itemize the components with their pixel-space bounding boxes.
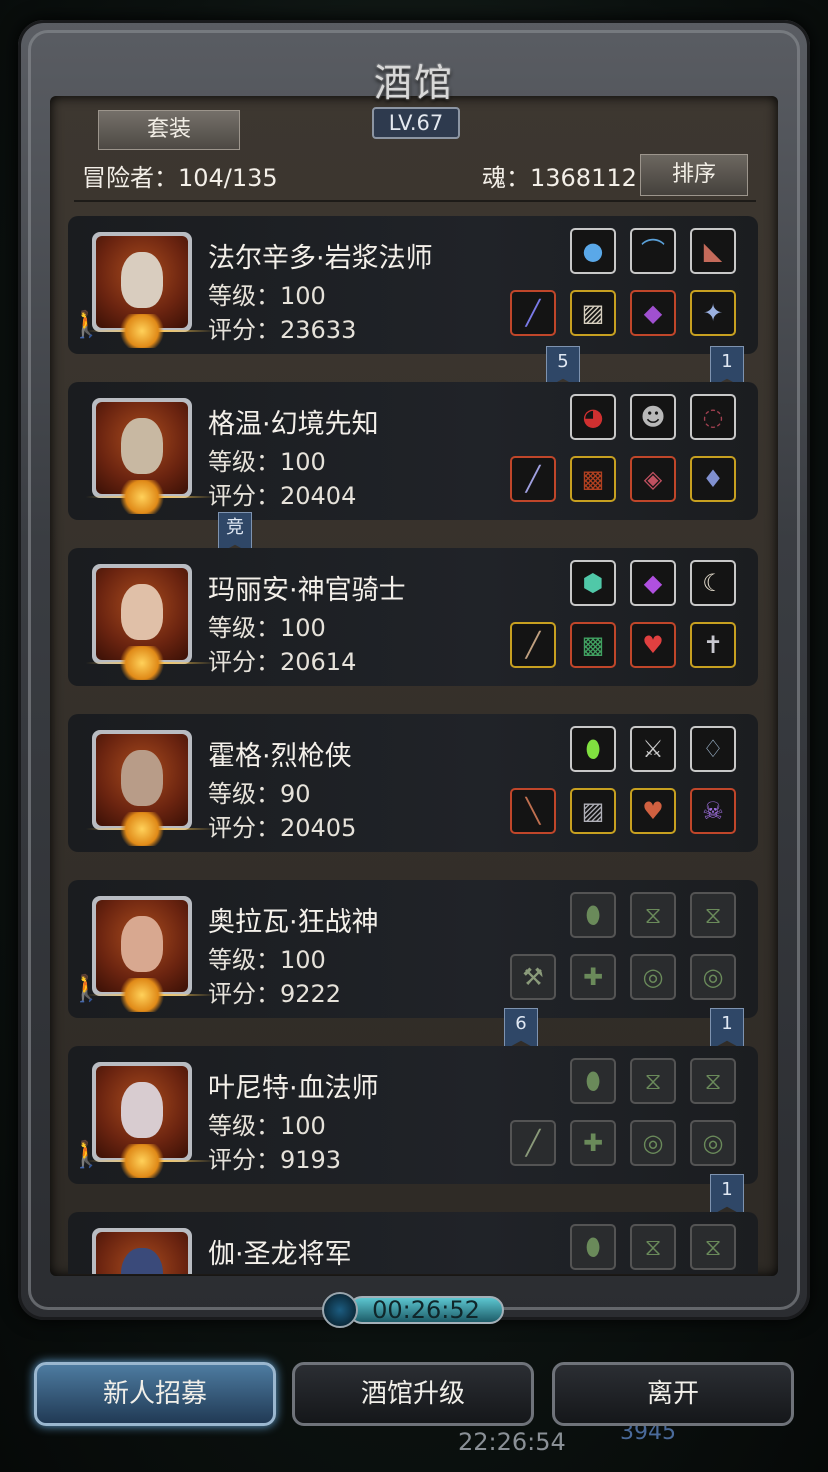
tavern-title: 酒馆 <box>373 61 454 105</box>
mask-icon[interactable]: ☻ <box>630 394 676 440</box>
gauntlet-icon[interactable]: ◈ <box>630 456 676 502</box>
hero-score: 评分：9222 <box>208 980 342 1008</box>
hero-level: 等级：100 <box>208 1112 326 1140</box>
suit-button[interactable]: 套装 <box>98 110 240 150</box>
crystal-icon[interactable]: ◆ <box>630 560 676 606</box>
staff-icon[interactable]: ╱ <box>510 290 556 336</box>
pendant-icon[interactable]: ♢ <box>690 726 736 772</box>
hero-name: 奥拉瓦·狂战神 <box>208 907 379 938</box>
hero-card[interactable]: 格温·幻境先知 等级：100 评分：20404 ◕ ☻ ◌ ╱ ▩ ◈ ♦ <box>68 382 758 520</box>
walking-figure-icon: 🚶 <box>70 1140 103 1170</box>
amulet-icon[interactable]: ◆ <box>630 290 676 336</box>
empty-armor-slot-icon[interactable]: ✚ <box>570 954 616 1000</box>
horn-icon[interactable]: ◣ <box>690 228 736 274</box>
empty-accessory-slot-icon[interactable]: ⧖ <box>690 892 736 938</box>
hero-card[interactable]: 🚶 叶尼特·血法师 等级：100 评分：9193 ⬮ ⧖ ⧖ ╱ ✚ ◎ ◎ <box>68 1046 758 1184</box>
hero-level: 等级：100 <box>208 946 326 974</box>
clock-icon <box>322 1292 358 1328</box>
green-flask-icon[interactable]: ⬮ <box>570 726 616 772</box>
rifle-icon[interactable]: ╲ <box>510 788 556 834</box>
empty-trinket-slot-icon[interactable]: ⬮ <box>570 1224 616 1270</box>
count-flag: 6 <box>504 1008 538 1050</box>
hero-score: 评分：9193 <box>208 1146 342 1174</box>
hero-list[interactable]: 🚶 法尔辛多·岩浆法师 等级：100 评分：23633 ● ⌒ ◣ ╱ ▨ ◆ … <box>68 212 758 1274</box>
plate-armor-icon[interactable]: ▩ <box>570 622 616 668</box>
refresh-timer: 00:26:52 <box>322 1292 506 1328</box>
empty-accessory-slot-icon[interactable]: ⧖ <box>630 1058 676 1104</box>
empty-ring-slot-icon[interactable]: ◎ <box>690 954 736 1000</box>
hero-name: 伽·圣龙将军 <box>208 1239 352 1270</box>
potion-icon[interactable]: ◕ <box>570 394 616 440</box>
hero-level: 等级：90 <box>208 780 311 808</box>
hero-level: 等级：100 <box>208 282 326 310</box>
elixir-icon[interactable]: ♥ <box>630 622 676 668</box>
background-time: 22:26:54 <box>458 1428 566 1456</box>
hero-name: 叶尼特·血法师 <box>208 1073 379 1104</box>
hero-name: 玛丽安·神官骑士 <box>208 575 406 606</box>
hero-score: 评分：20404 <box>208 482 357 510</box>
rank-emblem-icon <box>118 646 166 680</box>
empty-weapon-slot-icon[interactable]: ╱ <box>510 1120 556 1166</box>
empty-ring-slot-icon[interactable]: ◎ <box>690 1120 736 1166</box>
soul-count: 魂：1368112 <box>482 164 637 192</box>
beads-icon[interactable]: ◌ <box>690 394 736 440</box>
count-flag: 1 <box>710 1174 744 1216</box>
recruit-button[interactable]: 新人招募 <box>34 1362 276 1426</box>
rank-emblem-icon <box>118 978 166 1012</box>
gem-icon[interactable]: ⬢ <box>570 560 616 606</box>
walking-figure-icon: 🚶 <box>70 974 103 1004</box>
hero-card[interactable]: 🚶 法尔辛多·岩浆法师 等级：100 评分：23633 ● ⌒ ◣ ╱ ▨ ◆ … <box>68 216 758 354</box>
necklace-icon[interactable]: ♦ <box>690 456 736 502</box>
mace-icon[interactable]: ╱ <box>510 622 556 668</box>
hero-card[interactable]: 霍格·烈枪侠 等级：90 评分：20405 ⬮ ⚔ ♢ ╲ ▨ ♥ ☠ <box>68 714 758 852</box>
ring-icon[interactable]: ✦ <box>690 290 736 336</box>
hero-score: 评分：23633 <box>208 316 357 344</box>
rank-emblem-icon <box>118 480 166 514</box>
bow-icon[interactable]: ⌒ <box>630 228 676 274</box>
timer-text: 00:26:52 <box>372 1296 480 1324</box>
chest-armor-icon[interactable]: ▩ <box>570 456 616 502</box>
empty-armor-slot-icon[interactable]: ✚ <box>570 1120 616 1166</box>
empty-weapon-slot-icon[interactable]: ⚒ <box>510 954 556 1000</box>
hero-score: 评分：20614 <box>208 648 357 676</box>
hero-card[interactable]: 🚶 奥拉瓦·狂战神 等级：100 评分：9222 ⬮ ⧖ ⧖ ⚒ ✚ ◎ ◎ <box>68 880 758 1018</box>
header-divider <box>74 200 756 202</box>
rank-emblem-icon <box>118 1144 166 1178</box>
empty-ring-slot-icon[interactable]: ◎ <box>630 1120 676 1166</box>
empty-accessory-slot-icon[interactable]: ⧖ <box>630 892 676 938</box>
armor-icon[interactable]: ▨ <box>570 290 616 336</box>
adventurer-count: 冒险者：104/135 <box>82 164 278 192</box>
demon-mask-icon[interactable]: ☠ <box>690 788 736 834</box>
count-flag: 1 <box>710 1008 744 1050</box>
hero-name: 格温·幻境先知 <box>208 409 379 440</box>
hero-card[interactable]: 伽·圣龙将军 ⬮ ⧖ ⧖ <box>68 1212 758 1274</box>
empty-accessory-slot-icon[interactable]: ⧖ <box>690 1058 736 1104</box>
orb-icon[interactable]: ● <box>570 228 616 274</box>
hero-level: 等级：100 <box>208 448 326 476</box>
hero-name: 法尔辛多·岩浆法师 <box>208 243 433 274</box>
empty-accessory-slot-icon[interactable]: ⧖ <box>630 1224 676 1270</box>
rank-emblem-icon <box>118 314 166 348</box>
claw-icon[interactable]: ☾ <box>690 560 736 606</box>
scepter-icon[interactable]: ╱ <box>510 456 556 502</box>
empty-accessory-slot-icon[interactable]: ⧖ <box>690 1224 736 1270</box>
tavern-level-badge: LV.67 <box>372 107 460 139</box>
hero-score: 评分：20405 <box>208 814 357 842</box>
hero-card[interactable]: 玛丽安·神官骑士 等级：100 评分：20614 ⬢ ◆ ☾ ╱ ▩ ♥ ✝ <box>68 548 758 686</box>
hero-portrait[interactable] <box>92 1228 192 1274</box>
heart-charm-icon[interactable]: ♥ <box>630 788 676 834</box>
walking-figure-icon: 🚶 <box>70 310 103 340</box>
sort-button[interactable]: 排序 <box>640 154 748 196</box>
hero-name: 霍格·烈枪侠 <box>208 741 352 772</box>
leave-button[interactable]: 离开 <box>552 1362 794 1426</box>
empty-trinket-slot-icon[interactable]: ⬮ <box>570 1058 616 1104</box>
empty-trinket-slot-icon[interactable]: ⬮ <box>570 892 616 938</box>
rank-emblem-icon <box>118 812 166 846</box>
cross-icon[interactable]: ✝ <box>690 622 736 668</box>
dagger-icon[interactable]: ⚔ <box>630 726 676 772</box>
hero-level: 等级：100 <box>208 614 326 642</box>
empty-ring-slot-icon[interactable]: ◎ <box>630 954 676 1000</box>
upgrade-tavern-button[interactable]: 酒馆升级 <box>292 1362 534 1426</box>
shoulder-armor-icon[interactable]: ▨ <box>570 788 616 834</box>
